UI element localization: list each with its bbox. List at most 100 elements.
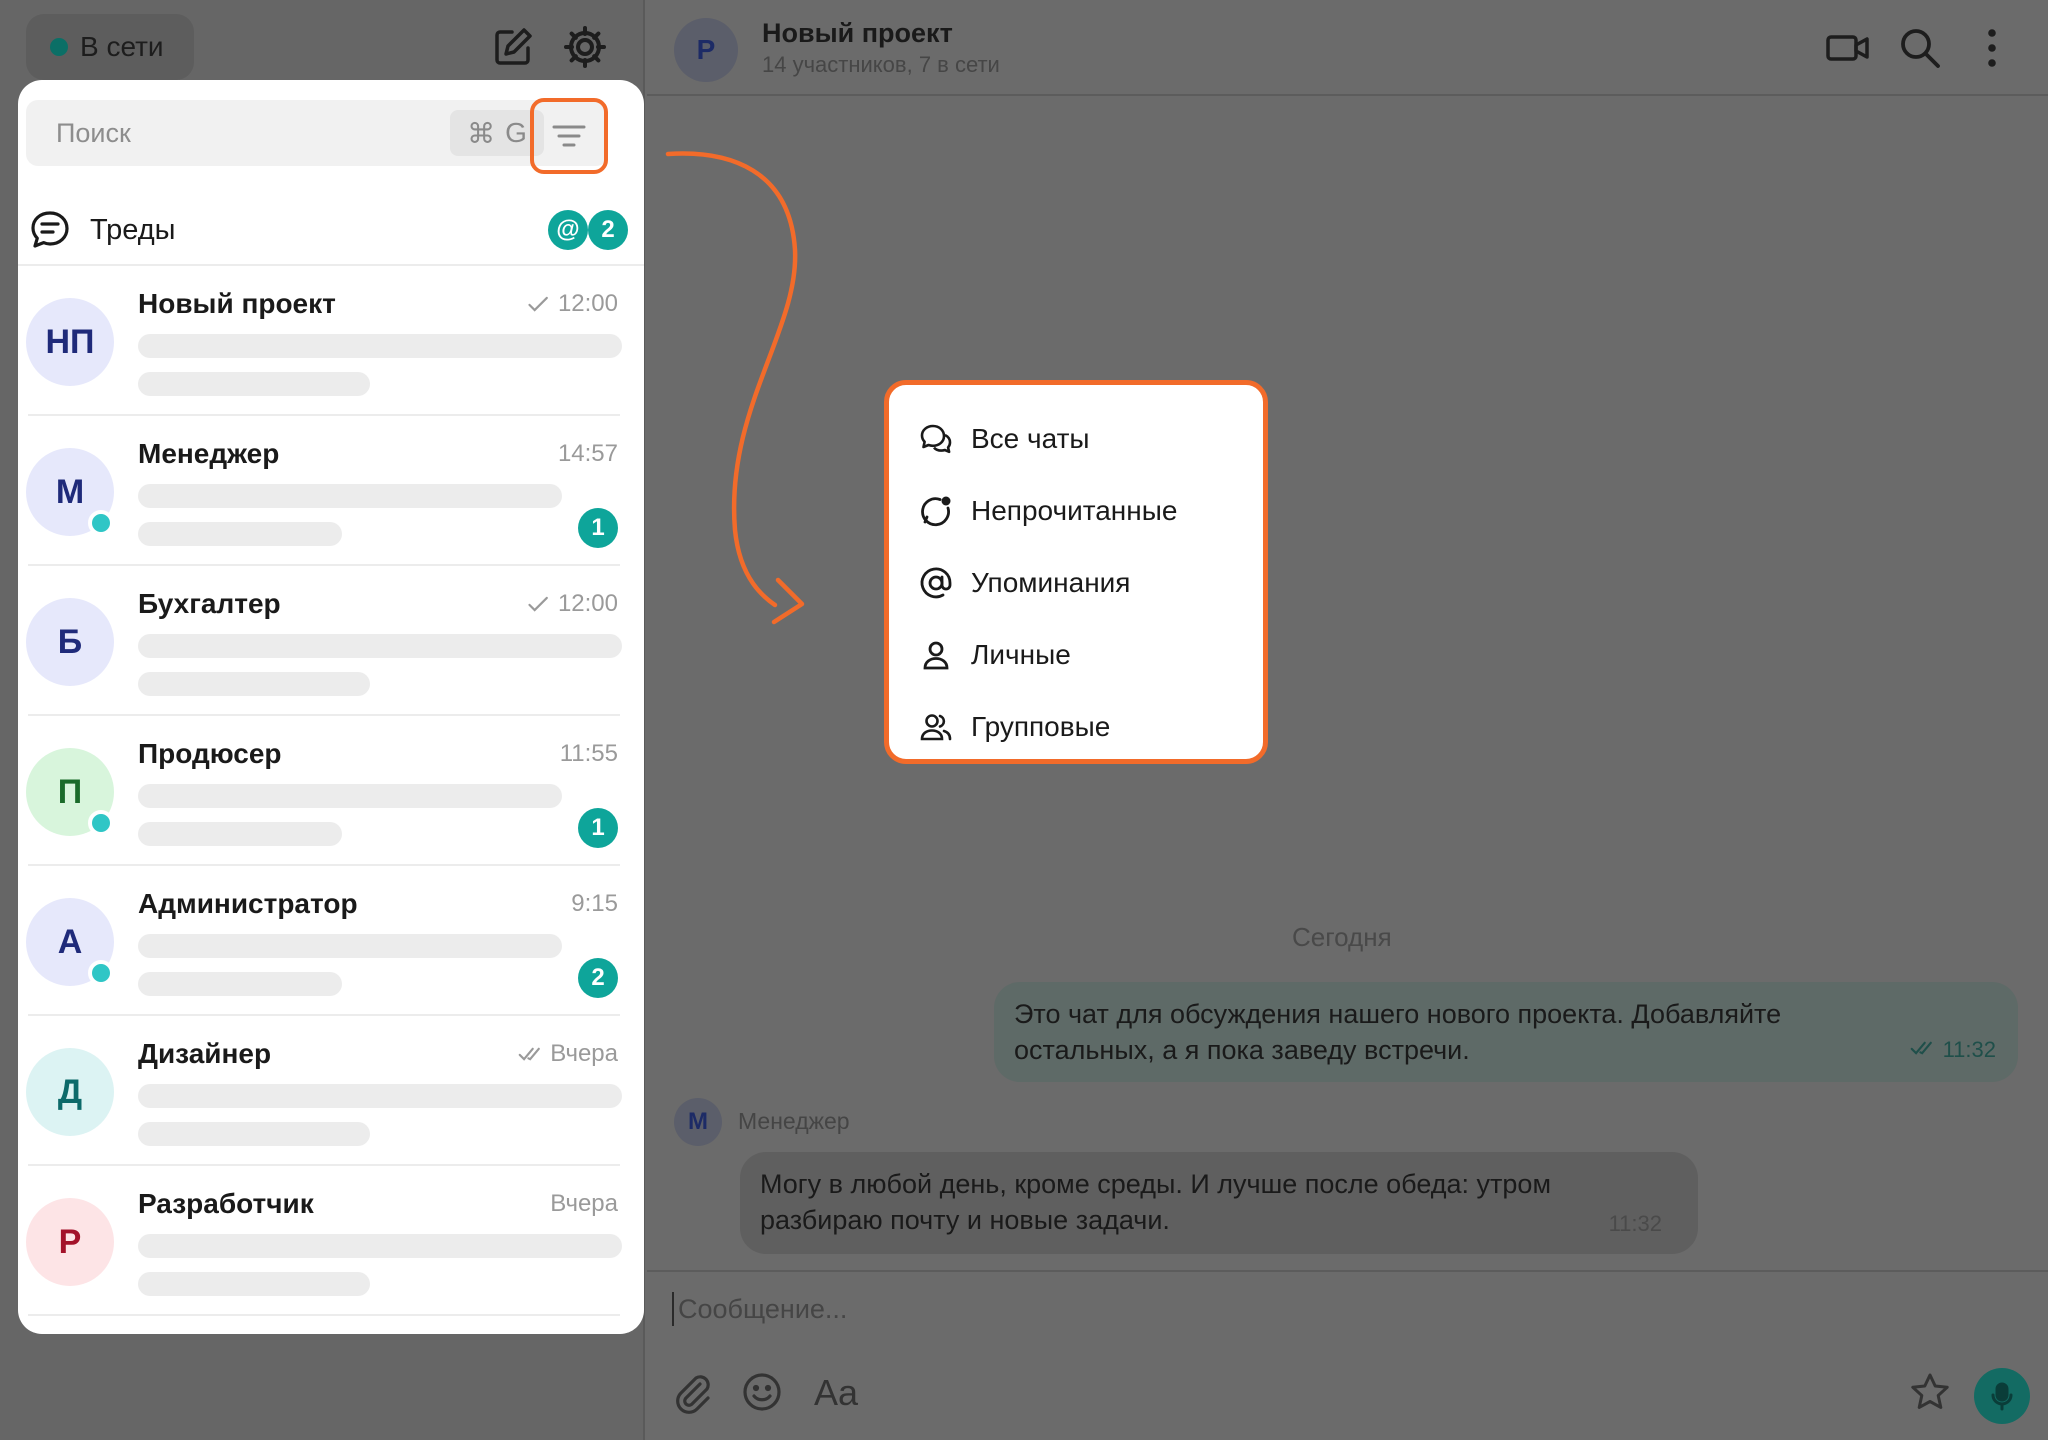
sender-name[interactable]: Менеджер — [738, 1108, 850, 1135]
shortcut-key: G — [505, 117, 527, 148]
group-icon — [920, 714, 952, 741]
chat-avatar: Д — [26, 1048, 114, 1136]
chat-avatar: Б — [26, 598, 114, 686]
filter-unread[interactable]: Непрочитанные — [889, 475, 1263, 547]
message-text: разбираю почту и новые задачи. — [760, 1205, 1170, 1235]
divider — [28, 1314, 620, 1316]
message-preview-placeholder — [138, 1234, 622, 1258]
chat-list-item[interactable]: Д Дизайнер Вчера — [18, 1016, 644, 1166]
status-label: В сети — [80, 31, 164, 62]
message-preview-placeholder — [138, 1084, 622, 1108]
person-icon — [923, 641, 949, 670]
threads-count-badge: 2 — [588, 210, 628, 250]
threads-label: Треды — [90, 214, 176, 246]
chat-time: Вчера — [518, 1040, 618, 1068]
chat-list-item[interactable]: НП Новый проект 12:00 — [18, 266, 644, 416]
unread-badge: 2 — [578, 958, 618, 998]
emoji-icon[interactable] — [740, 1370, 784, 1414]
command-key-icon: ⌘ — [467, 117, 496, 149]
message-preview-placeholder — [138, 822, 342, 846]
message-preview-placeholder — [138, 972, 342, 996]
chats-icon — [920, 424, 952, 454]
chat-time: 12:00 — [526, 590, 618, 618]
chat-avatar[interactable]: Р — [674, 18, 738, 82]
menu-item-label: Групповые — [971, 711, 1111, 742]
menu-item-label: Упоминания — [971, 567, 1131, 598]
chat-name: Администратор — [138, 888, 358, 919]
pointer-arrow — [665, 151, 805, 625]
chat-time-text: 12:00 — [557, 290, 618, 317]
chat-list-item[interactable]: П Продюсер 11:55 1 — [18, 716, 644, 866]
compose-icon[interactable] — [490, 24, 536, 70]
chat-time-text: 9:15 — [571, 890, 618, 917]
threads-icon — [31, 211, 69, 248]
chat-time: 9:15 — [571, 890, 618, 918]
at-icon — [920, 567, 952, 599]
chat-list-item[interactable]: Р Разработчик Вчера — [18, 1166, 644, 1316]
message-preview-placeholder — [138, 934, 562, 958]
message-preview-placeholder — [138, 634, 622, 658]
composer-divider — [647, 1270, 2048, 1272]
chat-avatar: НП — [26, 298, 114, 386]
gear-icon[interactable] — [562, 24, 608, 70]
message-text: остальных, а я пока заведу встречи. — [1014, 1035, 1470, 1065]
message-input[interactable]: Сообщение... — [672, 1292, 847, 1326]
double-check-icon — [518, 1047, 541, 1061]
filter-groups[interactable]: Групповые — [889, 691, 1263, 763]
star-icon[interactable] — [1908, 1370, 1952, 1414]
chat-title[interactable]: Новый проект — [762, 18, 953, 49]
threads-row[interactable]: Треды @ 2 — [28, 200, 634, 266]
chat-time: 12:00 — [526, 290, 618, 318]
status-button[interactable]: В сети — [26, 14, 194, 80]
filter-icon — [552, 125, 586, 147]
microphone-icon — [1991, 1382, 2013, 1411]
online-status-dot — [50, 38, 68, 56]
chat-time-text: Вчера — [550, 1040, 618, 1067]
filter-personal[interactable]: Личные — [889, 619, 1263, 691]
message-preview-placeholder — [138, 672, 370, 696]
more-options-icon[interactable] — [1968, 24, 2016, 72]
online-indicator — [88, 810, 114, 836]
chat-time: Вчера — [550, 1190, 618, 1218]
chat-list-item[interactable]: М Менеджер 14:57 1 — [18, 416, 644, 566]
chat-name: Менеджер — [138, 438, 280, 469]
message-preview-placeholder — [138, 334, 622, 358]
chat-time-text: 14:57 — [557, 440, 618, 467]
search-input[interactable]: Поиск ⌘ G — [26, 100, 608, 166]
chat-time-text: 12:00 — [557, 590, 618, 617]
chat-list-item[interactable]: А Администратор 9:15 2 — [18, 866, 644, 1016]
chat-list-item[interactable]: Б Бухгалтер 12:00 — [18, 566, 644, 716]
filter-all-chats[interactable]: Все чаты — [889, 403, 1263, 475]
menu-item-label: Личные — [971, 639, 1071, 670]
formatting-button[interactable]: Aa — [814, 1372, 858, 1414]
unread-badge: 1 — [578, 508, 618, 548]
message-preview-placeholder — [138, 784, 562, 808]
message-preview-placeholder — [138, 522, 342, 546]
unread-icon — [921, 496, 951, 527]
check-icon — [528, 296, 548, 312]
chat-members-count: 14 участников, 7 в сети — [762, 52, 1000, 77]
check-icon — [528, 596, 548, 612]
message-preview-placeholder — [138, 1272, 370, 1296]
chat-avatar: Р — [26, 1198, 114, 1286]
chat-name: Новый проект — [138, 288, 336, 319]
chat-time: 14:57 — [558, 440, 618, 468]
filter-mentions[interactable]: Упоминания — [889, 547, 1263, 619]
outgoing-message[interactable]: Это чат для обсуждения нашего нового про… — [994, 982, 2018, 1082]
message-preview-placeholder — [138, 372, 370, 396]
incoming-message[interactable]: Могу в любой день, кроме среды. И лучше … — [740, 1152, 1698, 1254]
attach-icon[interactable] — [670, 1370, 714, 1414]
chat-name: Бухгалтер — [138, 588, 281, 619]
double-check-icon — [1911, 1041, 1933, 1055]
sender-avatar[interactable]: М — [674, 1098, 722, 1146]
chat-time-text: 11:55 — [559, 740, 618, 767]
day-separator: Сегодня — [1292, 922, 1392, 952]
voice-message-button[interactable] — [1974, 1368, 2030, 1424]
chat-name: Дизайнер — [138, 1038, 272, 1069]
chat-list: НП Новый проект 12:00 М Менеджер 14:57 1 Б Бухга… — [18, 266, 644, 1316]
online-indicator — [88, 510, 114, 536]
filter-button[interactable] — [530, 98, 608, 174]
video-call-icon[interactable] — [1824, 24, 1872, 72]
search-icon[interactable] — [1896, 24, 1944, 72]
chat-name: Продюсер — [138, 738, 282, 769]
